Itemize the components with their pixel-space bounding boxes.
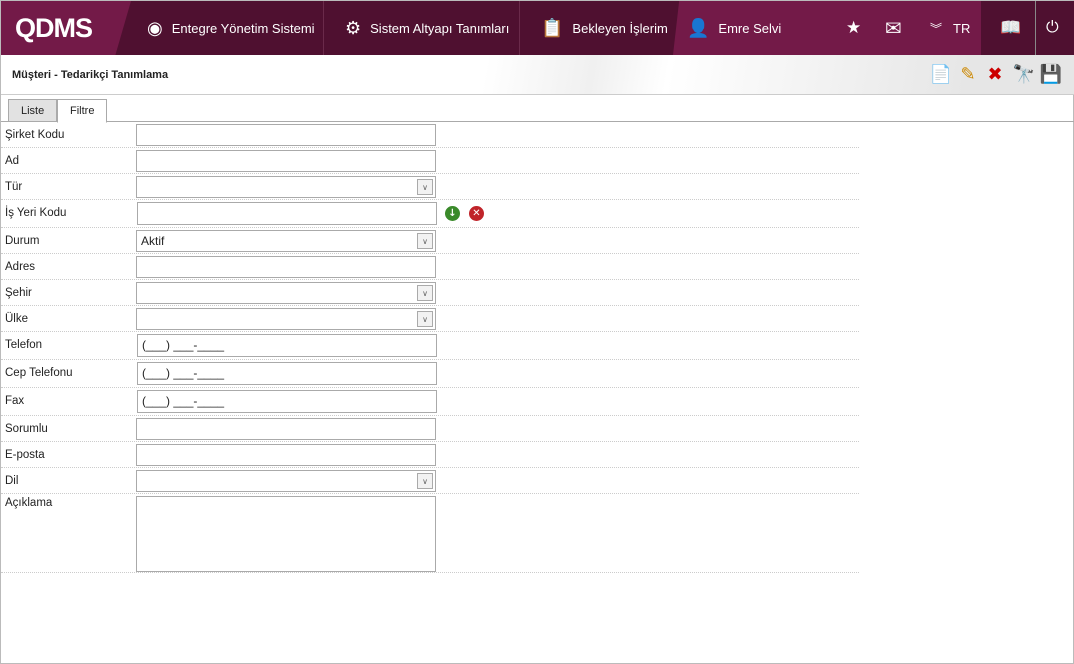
durum-select[interactable]: Aktif ∨ [136,230,436,252]
field-durum: Durum Aktif ∨ [1,228,859,254]
chevron-down-icon[interactable]: ︾ [930,1,942,55]
field-is-yeri-kodu: İş Yeri Kodu ↓ ✕ [1,200,859,228]
field-sorumlu: Sorumlu [1,416,859,442]
dil-select[interactable]: ∨ [136,470,436,492]
chevron-down-icon[interactable]: ∨ [417,233,433,249]
user-name: Emre Selvi [718,20,782,36]
nav-label: Entegre Yönetim Sistemi [171,20,315,36]
telefon-input[interactable]: (___) ___-____ [137,334,437,357]
aciklama-textarea[interactable] [136,496,436,572]
sorumlu-input[interactable] [136,418,436,440]
field-ulke: Ülke ∨ [1,306,859,332]
filter-form: Şirket Kodu Ad Tür ∨ İş Yeri Kodu ↓ ✕ Dur… [1,122,859,573]
qdms-logo[interactable]: QDMS [1,1,131,55]
tab-bar: Liste Filtre [1,95,1074,123]
chevron-down-icon[interactable]: ∨ [417,473,433,489]
chevron-down-icon[interactable]: ∨ [417,285,433,301]
edit-record-icon[interactable]: ✎ [956,63,980,87]
field-aciklama: Açıklama [1,494,859,573]
chevron-down-icon[interactable]: ∨ [417,179,433,195]
field-cep-telefonu: Cep Telefonu (___) ___-____ [1,360,859,388]
ulke-select[interactable]: ∨ [136,308,436,330]
clear-x-icon[interactable]: ✕ [469,206,484,221]
field-tur: Tür ∨ [1,174,859,200]
help-book-icon[interactable]: 📖 [1000,1,1021,55]
field-sehir: Şehir ∨ [1,280,859,306]
tur-select[interactable]: ∨ [136,176,436,198]
nav-entegre-yonetim-sistemi[interactable]: ◉ Entegre Yönetim Sistemi [125,1,315,55]
field-dil: Dil ∨ [1,468,859,494]
field-ad: Ad [1,148,859,174]
user-icon: 👤 [687,17,710,38]
e-posta-input[interactable] [136,444,436,466]
chevron-down-icon[interactable]: ∨ [417,311,433,327]
tab-liste[interactable]: Liste [8,99,58,122]
nav-sistem-altyapi-tanimlari[interactable]: ⚙ Sistem Altyapı Tanımları [323,1,509,55]
mail-icon[interactable]: ✉ [885,1,902,55]
q-icon: ◉ [147,17,163,38]
binoculars-search-icon[interactable]: 🔭 [1012,63,1036,87]
field-fax: Fax (___) ___-____ [1,388,859,416]
clipboard-icon: 📋 [541,17,564,38]
adres-input[interactable] [136,256,436,278]
is-yeri-kodu-input[interactable] [137,202,437,225]
gear-icon: ⚙ [345,17,362,38]
tab-filtre[interactable]: Filtre [57,99,108,123]
field-adres: Adres [1,254,859,280]
sehir-select[interactable]: ∨ [136,282,436,304]
cep-telefonu-input[interactable]: (___) ___-____ [137,362,437,385]
field-sirket-kodu: Şirket Kodu [1,122,859,148]
add-record-icon[interactable]: 📄 [929,63,953,87]
export-xls-icon[interactable]: 💾 [1039,63,1063,87]
sirket-kodu-input[interactable] [136,124,436,146]
page-toolbar: Müşteri - Tedarikçi Tanımlama 📄 ✎ ✖ 🔭 💾 [1,55,1074,95]
nav-bekleyen-islerim[interactable]: 📋 Bekleyen İşlerim [519,1,668,55]
delete-record-icon[interactable]: ✖ [983,63,1007,87]
top-header: QDMS ◉ Entegre Yönetim Sistemi ⚙ Sistem Al… [1,1,1074,55]
star-icon[interactable]: ★ [846,1,861,55]
field-telefon: Telefon (___) ___-____ [1,332,859,360]
ad-input[interactable] [136,150,436,172]
select-down-arrow-icon[interactable]: ↓ [445,206,460,221]
page-title: Müşteri - Tedarikçi Tanımlama [12,69,169,81]
field-e-posta: E-posta [1,442,859,468]
fax-input[interactable]: (___) ___-____ [137,390,437,413]
language-selector[interactable]: TR [953,1,970,55]
nav-label: Sistem Altyapı Tanımları [370,20,510,36]
nav-label: Bekleyen İşlerim [572,20,668,36]
user-menu[interactable]: 👤 Emre Selvi [665,1,781,55]
power-icon[interactable]: ⏻ [1046,1,1059,55]
